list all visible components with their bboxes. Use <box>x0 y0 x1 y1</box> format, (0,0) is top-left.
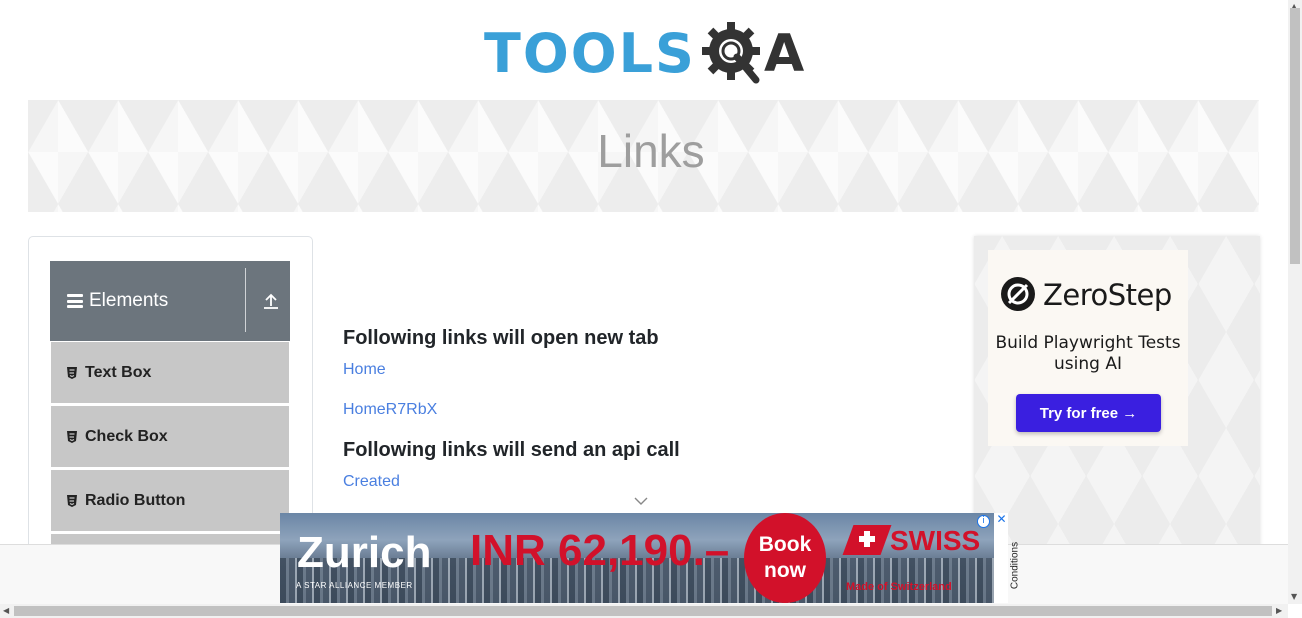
collapse-arrow-icon[interactable] <box>262 292 280 310</box>
swiss-cross-icon <box>859 531 875 547</box>
sidebar-item-check-box[interactable]: Check Box <box>51 406 289 467</box>
sidebar-item-label: Radio Button <box>85 491 186 509</box>
ad-city-name: Zurich <box>297 528 432 577</box>
vertical-scroll-thumb[interactable] <box>1290 8 1300 264</box>
html5-icon <box>67 366 77 379</box>
html5-icon <box>67 494 77 507</box>
hamburger-icon <box>67 294 83 308</box>
sidebar-panel: Elements Text Box Check Box Radio Button <box>28 236 313 556</box>
logo-tools-text: TOOLS <box>484 22 696 85</box>
swiss-brand: SWISS <box>890 525 981 556</box>
scroll-right-arrow-icon[interactable]: ▶ <box>1276 606 1282 615</box>
book-now-line1: Book <box>758 533 812 556</box>
ad-conditions-link[interactable]: Conditions <box>1010 536 1021 596</box>
header-divider <box>245 268 246 332</box>
zerostep-tagline: Build Playwright Tests using AI <box>995 333 1181 374</box>
page-title: Links <box>597 125 705 177</box>
gear-magnifier-icon <box>701 22 760 84</box>
book-now-button[interactable]: Book now <box>744 513 826 603</box>
ad-alliance-text: A STAR ALLIANCE MEMBER <box>296 581 413 590</box>
dynamic-home-link[interactable]: HomeR7RbX <box>343 401 437 419</box>
zerostep-logo-icon <box>1001 277 1035 311</box>
sidebar-item-label: Check Box <box>85 427 168 445</box>
horizontal-scroll-thumb[interactable] <box>14 606 1272 616</box>
swiss-ad-banner[interactable]: Zurich A STAR ALLIANCE MEMBER INR 62,190… <box>280 513 994 603</box>
ad-close-icon[interactable]: ✕ <box>995 513 1008 526</box>
zerostep-brand: ZeroStep <box>1043 278 1172 312</box>
created-link[interactable]: Created <box>343 473 400 491</box>
sidebar-group-elements[interactable]: Elements <box>50 261 290 341</box>
html5-icon <box>67 430 77 443</box>
section-heading-api-call: Following links will send an api call <box>343 439 680 461</box>
ad-price: INR 62,190.– <box>470 526 730 575</box>
toolsqa-logo[interactable]: TOOLS A <box>484 16 808 92</box>
ad-tagline: Made of Switzerland <box>846 581 952 593</box>
scroll-down-arrow-icon[interactable]: ▼ <box>1291 592 1297 601</box>
chevron-down-icon[interactable] <box>634 496 648 506</box>
book-now-line2: now <box>764 559 806 582</box>
home-link[interactable]: Home <box>343 361 386 379</box>
section-heading-new-tab: Following links will open new tab <box>343 327 659 349</box>
sidebar-item-text-box[interactable]: Text Box <box>51 342 289 403</box>
sidebar-item-label: Text Box <box>85 363 152 381</box>
try-for-free-button[interactable]: Try for free → <box>1016 394 1161 432</box>
sidebar-group-title: Elements <box>89 290 169 311</box>
sidebar-item-radio-button[interactable]: Radio Button <box>51 470 289 531</box>
ad-side-strip <box>994 513 1008 603</box>
adchoices-info-icon[interactable]: i <box>977 515 990 528</box>
scroll-left-arrow-icon[interactable]: ◀ <box>3 606 9 615</box>
logo-a-text: A <box>763 24 805 84</box>
